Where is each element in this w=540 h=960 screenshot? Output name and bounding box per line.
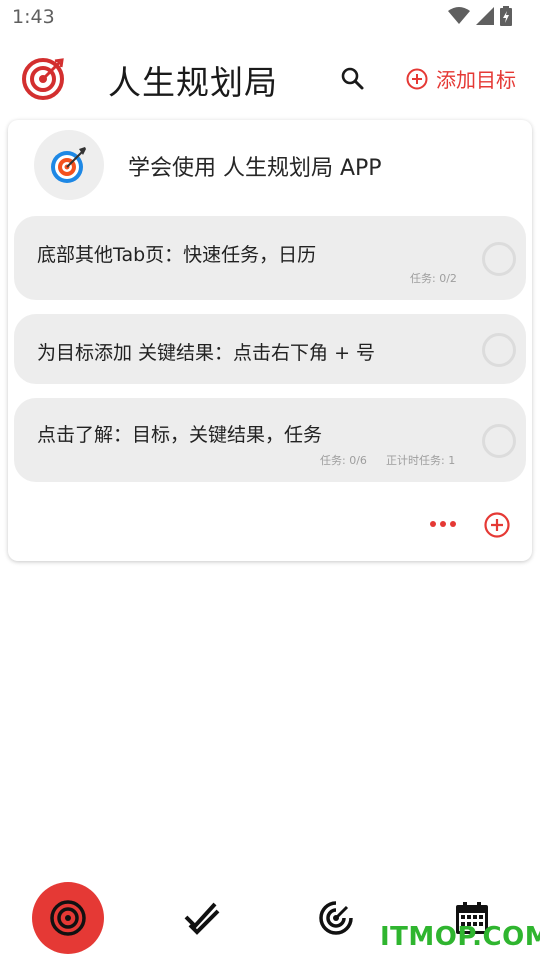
nav-focus-tab[interactable]	[300, 882, 372, 954]
key-result-title: 底部其他Tab页：快速任务，日历	[37, 244, 317, 266]
dartboard-icon	[51, 147, 86, 183]
goal-avatar	[34, 130, 104, 200]
goal-card[interactable]: 学会使用 人生规划局 APP 底部其他Tab页：快速任务，日历 任务: 0/2 …	[8, 120, 532, 561]
key-result-tasks: 任务: 0/2	[410, 272, 457, 285]
signal-icon	[476, 7, 494, 25]
more-dot	[430, 521, 436, 527]
add-key-result-icon[interactable]	[484, 512, 510, 538]
more-options-button[interactable]	[428, 514, 458, 534]
key-result-item[interactable]: 为目标添加 关键结果：点击右下角 + 号	[14, 314, 526, 384]
key-result-checkbox[interactable]	[482, 333, 516, 367]
nav-tasks-tab[interactable]	[166, 882, 238, 954]
key-result-timer-tasks: 正计时任务: 1	[386, 454, 456, 467]
target-icon	[50, 900, 86, 936]
goal-title: 学会使用 人生规划局 APP	[128, 156, 382, 181]
wifi-icon	[448, 7, 470, 24]
search-icon[interactable]	[340, 66, 366, 92]
watermark: ITMOP.COM	[380, 922, 540, 952]
add-goal-label: 添加目标	[436, 68, 516, 92]
status-time: 1:43	[12, 6, 55, 28]
nav-goals-tab[interactable]	[32, 882, 104, 954]
more-dot	[440, 521, 446, 527]
battery-icon	[500, 6, 512, 26]
key-result-checkbox[interactable]	[482, 242, 516, 276]
add-circle-icon	[406, 68, 428, 89]
status-bar: 1:43	[0, 0, 540, 36]
key-result-checkbox[interactable]	[482, 424, 516, 458]
app-title: 人生规划局	[108, 63, 278, 102]
key-result-title: 点击了解：目标，关键结果，任务	[37, 424, 323, 446]
key-result-item[interactable]: 底部其他Tab页：快速任务，日历 任务: 0/2	[14, 216, 526, 300]
app-logo-icon	[22, 58, 64, 100]
app-bar: 人生规划局 添加目标	[0, 44, 540, 114]
key-result-title: 为目标添加 关键结果：点击右下角 + 号	[37, 342, 376, 364]
key-result-tasks: 任务: 0/6	[320, 454, 367, 467]
add-goal-button[interactable]: 添加目标	[406, 64, 516, 93]
key-result-item[interactable]: 点击了解：目标，关键结果，任务 任务: 0/6 正计时任务: 1	[14, 398, 526, 482]
double-check-icon	[184, 902, 220, 935]
status-icons	[448, 6, 512, 26]
more-dot	[450, 521, 456, 527]
radar-icon	[319, 901, 353, 935]
